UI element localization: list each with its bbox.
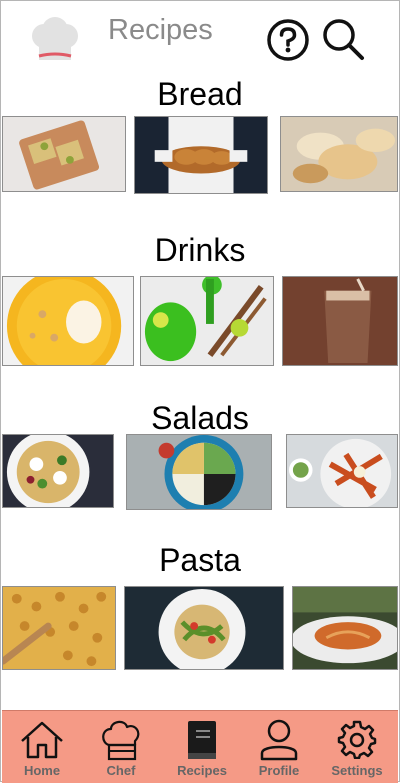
tab-recipes[interactable]: Recipes [162, 711, 242, 781]
page-title: Recipes [108, 14, 213, 46]
recipe-thumbnail[interactable] [2, 586, 116, 670]
recipe-thumbnail[interactable] [292, 586, 398, 670]
recipe-thumbnail[interactable] [2, 434, 114, 508]
recipe-thumbnail[interactable] [2, 116, 126, 192]
section-title-drinks: Drinks [154, 232, 246, 268]
search-button[interactable] [320, 16, 366, 62]
gear-icon [337, 720, 377, 759]
help-button[interactable] [266, 18, 310, 62]
search-icon [323, 19, 364, 60]
recipe-thumbnail[interactable] [126, 434, 272, 510]
chef-hat-icon [28, 16, 82, 68]
recipe-thumbnail[interactable] [124, 586, 284, 670]
user-icon [260, 719, 298, 761]
section-title-bread: Bread [157, 76, 243, 112]
tab-recipes-label: Recipes [177, 763, 227, 778]
recipe-thumbnail[interactable] [280, 116, 398, 192]
tab-settings-label: Settings [331, 763, 383, 778]
app-header: Recipes [0, 0, 400, 72]
tab-profile[interactable]: Profile [242, 711, 316, 781]
chef-hat-icon [102, 720, 140, 761]
tab-home[interactable]: Home [4, 711, 80, 781]
recipe-thumbnail[interactable] [2, 276, 134, 366]
home-icon [21, 721, 63, 759]
bottom-tab-bar: Home Chef Recipes Profile Settings [2, 710, 398, 783]
book-icon [188, 721, 216, 759]
recipe-thumbnail[interactable] [286, 434, 398, 508]
tab-settings[interactable]: Settings [318, 711, 396, 781]
recipe-thumbnail[interactable] [282, 276, 398, 366]
recipe-thumbnail[interactable] [134, 116, 268, 194]
recipe-thumbnail[interactable] [140, 276, 274, 366]
help-icon [267, 19, 309, 61]
section-title-pasta: Pasta [159, 542, 241, 578]
tab-home-label: Home [23, 763, 61, 778]
tab-chef[interactable]: Chef [82, 711, 160, 781]
tab-chef-label: Chef [106, 763, 136, 778]
section-title-salads: Salads [151, 400, 249, 436]
tab-profile-label: Profile [258, 763, 300, 778]
